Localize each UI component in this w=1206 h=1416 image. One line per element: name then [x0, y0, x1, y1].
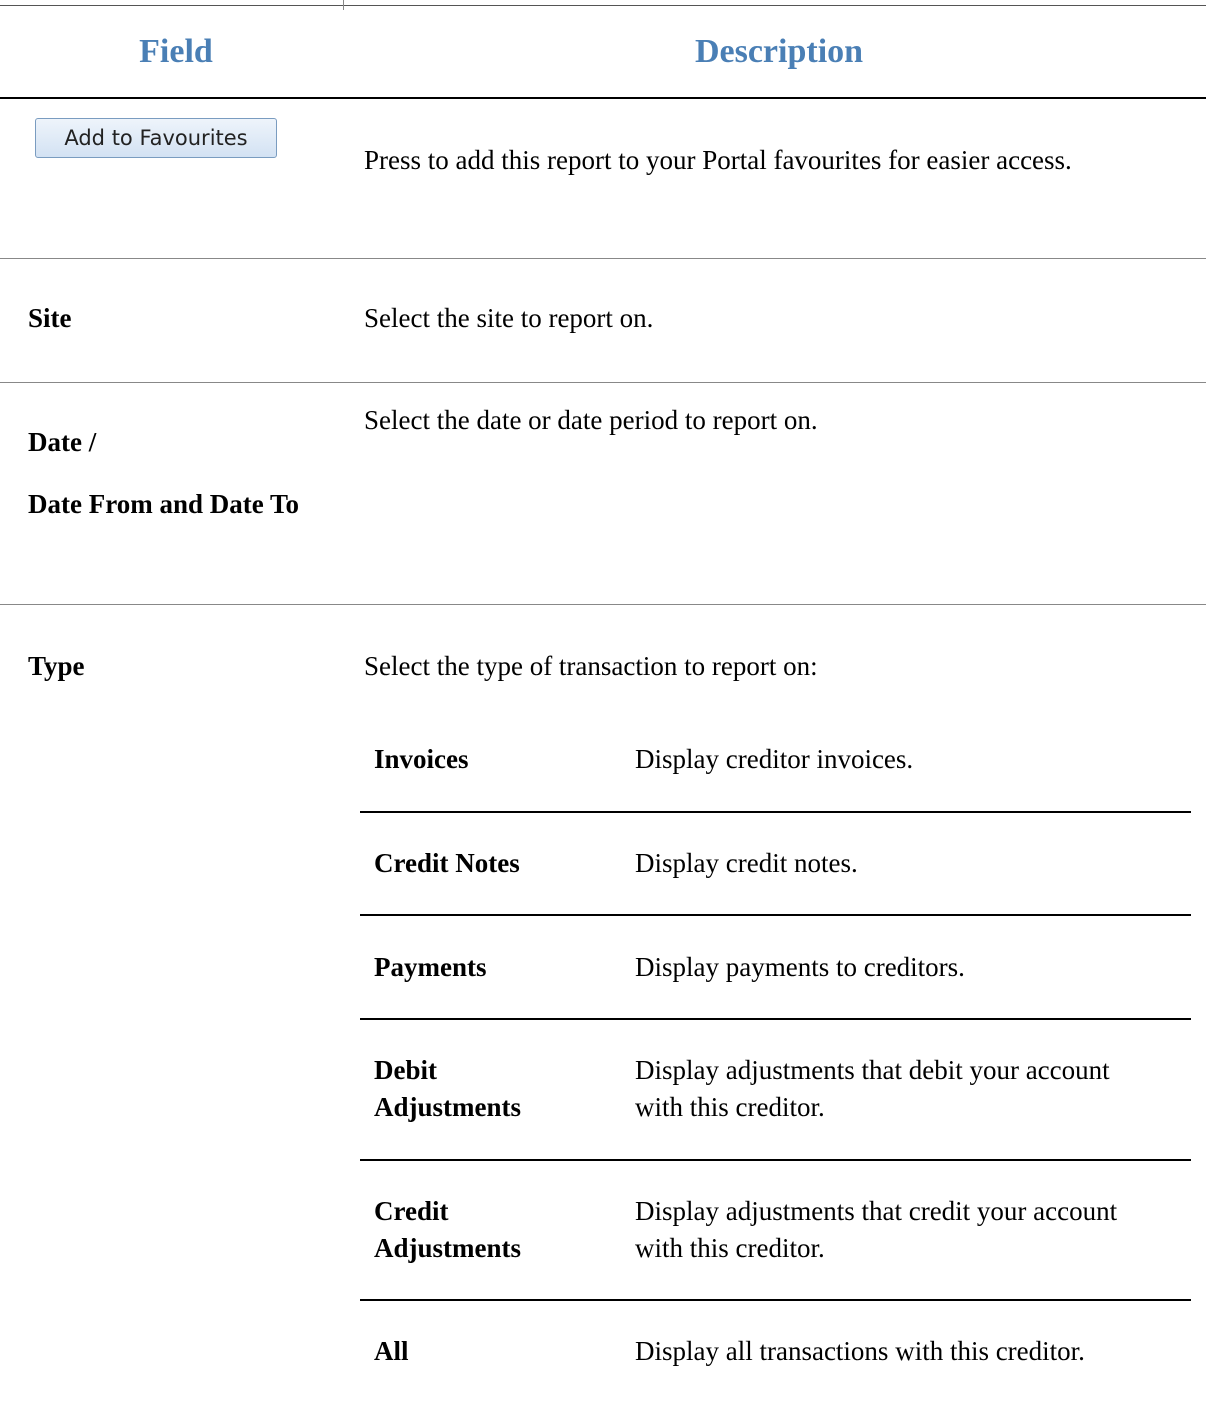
option-divider	[360, 914, 1191, 916]
row-divider	[0, 604, 1206, 605]
option-divider	[360, 811, 1191, 813]
option-label-payments: Payments	[374, 952, 487, 982]
option-description-payments: Display payments to creditors.	[635, 952, 965, 982]
option-divider	[360, 1018, 1191, 1020]
option-description-debit-adjustments: Display adjustments that debit your acco…	[635, 1055, 1110, 1122]
add-to-favourites-button[interactable]: Add to Favourites	[35, 118, 277, 158]
type-label: Type	[28, 651, 85, 681]
option-label-invoices: Invoices	[374, 744, 469, 774]
option-divider	[360, 1299, 1191, 1301]
header-rule	[0, 97, 1206, 99]
column-divider-tick	[343, 0, 344, 10]
top-rule	[0, 5, 1206, 6]
column-header-description: Description	[694, 33, 864, 70]
option-label-credit-notes: Credit Notes	[374, 848, 520, 878]
option-divider	[360, 1159, 1191, 1161]
option-label-debit-adjustments: Debit Adjustments	[374, 1055, 522, 1122]
column-header-field: Field	[139, 33, 213, 70]
option-label-credit-adjustments: Credit Adjustments	[374, 1196, 522, 1263]
option-description-invoices: Display creditor invoices.	[635, 744, 914, 774]
option-description-credit-adjustments: Display adjustments that credit your acc…	[635, 1196, 1118, 1263]
row-divider	[0, 382, 1206, 383]
date-description: Select the date or date period to report…	[364, 405, 818, 435]
site-description: Select the site to report on.	[364, 303, 654, 333]
site-label: Site	[28, 303, 72, 333]
favourites-description: Press to add this report to your Portal …	[364, 145, 1072, 175]
type-description: Select the type of transaction to report…	[364, 651, 818, 681]
date-label-line1: Date /	[28, 427, 97, 457]
date-label-line2: Date From and Date To	[28, 489, 300, 519]
row-divider	[0, 258, 1206, 259]
option-label-all: All	[374, 1336, 409, 1366]
option-description-all: Display all transactions with this credi…	[635, 1336, 1085, 1366]
option-description-credit-notes: Display credit notes.	[635, 848, 858, 878]
